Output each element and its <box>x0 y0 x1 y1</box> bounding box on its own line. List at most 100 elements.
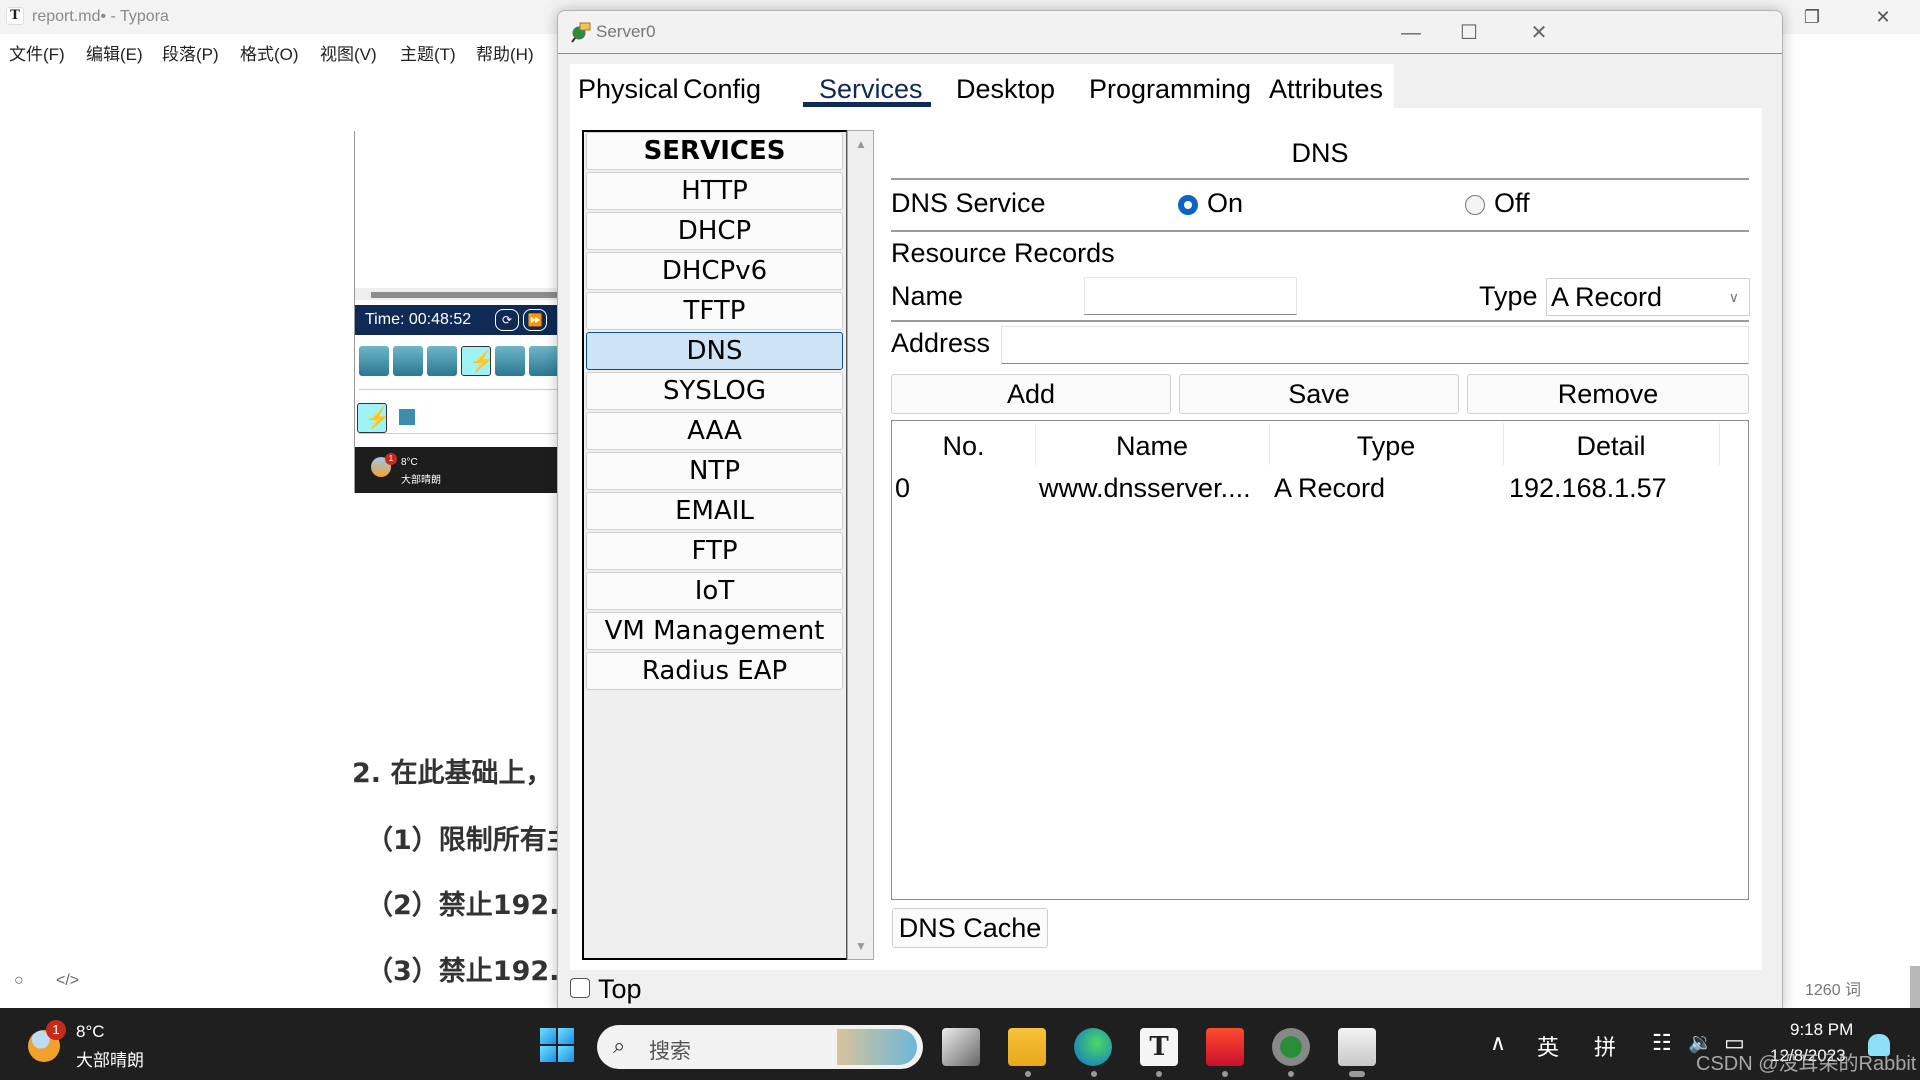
dns-off-label: Off <box>1494 188 1530 218</box>
tray-overflow-chevron-icon[interactable]: ∧ <box>1490 1030 1506 1056</box>
windows-logo-tile <box>558 1028 574 1044</box>
service-email[interactable]: EMAIL <box>586 492 843 530</box>
embedded-time-label: Time: 00:48:52 <box>365 311 472 328</box>
menu-help[interactable]: 帮助(H) <box>476 40 534 65</box>
minimize-button[interactable]: — <box>1388 19 1434 47</box>
dns-cache-button[interactable]: DNS Cache <box>892 908 1048 948</box>
type-select-value: A Record <box>1551 282 1663 312</box>
services-scrollbar[interactable]: ▲ ▼ <box>847 130 874 960</box>
router-icon <box>359 346 389 376</box>
address-input[interactable] <box>1001 326 1749 364</box>
weather-badge: 1 <box>385 453 397 465</box>
edge-icon[interactable] <box>1074 1028 1112 1066</box>
tab-attributes[interactable]: Attributes <box>1269 74 1383 105</box>
service-dns[interactable]: DNS <box>586 332 843 370</box>
wifi-icon[interactable]: ☷ <box>1652 1030 1672 1056</box>
service-syslog[interactable]: SYSLOG <box>586 372 843 410</box>
running-indicator <box>1222 1071 1228 1077</box>
running-indicator <box>1288 1071 1294 1077</box>
column-header-type[interactable]: Type <box>1269 431 1503 462</box>
record-detail[interactable]: 192.168.1.57 <box>1509 473 1667 504</box>
taskbar-search[interactable]: ⌕ 搜索 <box>597 1025 923 1069</box>
windows-logo-tile <box>558 1046 574 1062</box>
service-iot[interactable]: IoT <box>586 572 843 610</box>
close-button[interactable]: ✕ <box>1516 19 1562 47</box>
menu-view[interactable]: 视图(V) <box>320 40 377 65</box>
tab-programming[interactable]: Programming <box>1089 74 1251 105</box>
remove-button[interactable]: Remove <box>1467 374 1749 414</box>
record-type[interactable]: A Record <box>1274 473 1385 504</box>
typora-taskbar-icon[interactable]: T <box>1140 1028 1178 1066</box>
windows-logo-tile <box>540 1046 556 1062</box>
embedded-condition: 大部晴朗 <box>401 475 441 486</box>
service-http[interactable]: HTTP <box>586 172 843 210</box>
tab-desktop[interactable]: Desktop <box>956 74 1055 105</box>
divider <box>891 320 1749 322</box>
weather-temperature[interactable]: 8°C <box>76 1022 105 1042</box>
search-icon: ⌕ <box>613 1033 626 1058</box>
clock-time[interactable]: 9:18 PM <box>1790 1020 1853 1040</box>
scroll-up-icon[interactable]: ▲ <box>855 137 867 151</box>
type-select[interactable]: A Record ∨ <box>1546 278 1750 316</box>
menu-file[interactable]: 文件(F) <box>9 40 65 65</box>
name-input[interactable] <box>1084 277 1297 315</box>
service-aaa[interactable]: AAA <box>586 412 843 450</box>
file-explorer-icon[interactable] <box>1008 1028 1046 1066</box>
save-button[interactable]: Save <box>1179 374 1459 414</box>
column-header-no[interactable]: No. <box>892 431 1035 462</box>
menu-theme[interactable]: 主题(T) <box>400 40 456 65</box>
service-vm-management[interactable]: VM Management <box>586 612 843 650</box>
server0-titlebar: Server0 — ☐ ✕ <box>558 11 1782 54</box>
service-dhcp[interactable]: DHCP <box>586 212 843 250</box>
windows-taskbar: 1 8°C 大部晴朗 ⌕ 搜索 T ∧ 英 拼 ☷ 🔉 ▭ 9:18 PM 12… <box>0 1008 1920 1080</box>
service-tftp[interactable]: TFTP <box>586 292 843 330</box>
dns-on-radio[interactable] <box>1178 195 1198 215</box>
column-separator <box>1719 423 1720 465</box>
ime-mode-indicator[interactable]: 拼 <box>1594 1030 1616 1062</box>
start-button[interactable] <box>540 1028 574 1062</box>
ime-language-indicator[interactable]: 英 <box>1537 1030 1559 1062</box>
menu-edit[interactable]: 编辑(E) <box>86 40 143 65</box>
top-checkbox-label: Top <box>598 974 642 1004</box>
csdn-watermark: CSDN @没耳朵的Rabbit <box>1696 1053 1917 1075</box>
typora-window-title: report.md• - Typora <box>32 8 169 25</box>
maximize-button[interactable]: ☐ <box>1446 19 1492 47</box>
word-count: 1260 词 <box>1805 982 1862 999</box>
service-ftp[interactable]: FTP <box>586 532 843 570</box>
tab-physical[interactable]: Physical <box>578 74 679 105</box>
resource-records-label: Resource Records <box>891 238 1115 268</box>
weather-condition[interactable]: 大部晴朗 <box>76 1046 144 1071</box>
record-no[interactable]: 0 <box>895 473 910 504</box>
dns-on-label: On <box>1207 188 1244 218</box>
snipping-tool-icon[interactable] <box>1338 1028 1376 1066</box>
tab-services[interactable]: Services <box>819 74 923 105</box>
service-dhcpv6[interactable]: DHCPv6 <box>586 252 843 290</box>
scroll-down-icon[interactable]: ▼ <box>855 939 867 953</box>
search-highlight-image <box>837 1029 917 1065</box>
column-header-name[interactable]: Name <box>1035 431 1269 462</box>
outline-toggle-icon[interactable]: ○ <box>14 972 24 990</box>
tab-config[interactable]: Config <box>683 74 761 105</box>
dns-service-label: DNS Service <box>891 188 1046 218</box>
task-view-icon[interactable] <box>942 1028 980 1066</box>
packet-tracer-taskbar-icon[interactable] <box>1272 1028 1310 1066</box>
record-name[interactable]: www.dnsserver.... <box>1039 473 1251 504</box>
service-ntp[interactable]: NTP <box>586 452 843 490</box>
embedded-hscroll <box>355 288 561 300</box>
embedded-hscroll-thumb <box>371 292 561 298</box>
typora-close-button[interactable]: ✕ <box>1863 4 1903 30</box>
top-checkbox[interactable] <box>570 978 590 998</box>
service-radius-eap[interactable]: Radius EAP <box>586 652 843 690</box>
typora-restore-button[interactable]: ❐ <box>1792 4 1832 30</box>
add-button[interactable]: Add <box>891 374 1171 414</box>
column-header-detail[interactable]: Detail <box>1503 431 1719 462</box>
cloud-icon <box>529 346 559 376</box>
doc-list-item: （2）禁止192.1 <box>366 890 579 921</box>
dns-off-radio[interactable] <box>1465 195 1485 215</box>
menu-format[interactable]: 格式(O) <box>240 40 299 65</box>
tab-bar: Physical Config Services Desktop Program… <box>570 64 1394 108</box>
source-mode-icon[interactable]: </> <box>56 972 79 990</box>
menu-paragraph[interactable]: 段落(P) <box>162 40 219 65</box>
embedded-device-icons: ⚡ <box>359 346 559 380</box>
wps-icon[interactable] <box>1206 1028 1244 1066</box>
